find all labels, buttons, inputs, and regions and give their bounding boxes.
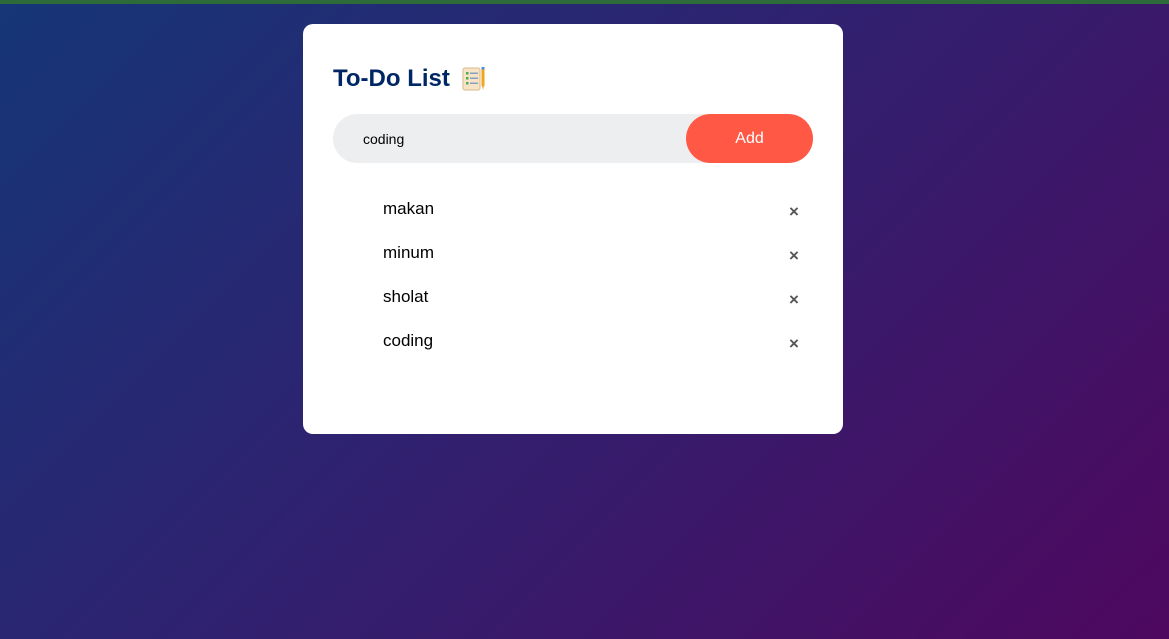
task-label: makan — [383, 198, 435, 218]
close-icon[interactable]: × — [785, 203, 803, 221]
page-title: To-Do List — [333, 65, 450, 92]
close-icon[interactable]: × — [785, 247, 803, 265]
task-item-coding[interactable]: coding × — [333, 320, 813, 364]
task-input[interactable] — [333, 114, 686, 163]
title-row: To-Do List — [333, 64, 813, 94]
add-button[interactable]: Add — [686, 114, 813, 163]
task-item-makan[interactable]: makan × — [333, 188, 813, 232]
window-top-strip — [0, 0, 1169, 4]
task-label: coding — [383, 330, 434, 350]
todo-card: To-Do List Add makan × minum — [303, 24, 843, 434]
task-label: minum — [383, 242, 435, 262]
task-input-row: Add — [333, 114, 813, 163]
task-item-minum[interactable]: minum × — [333, 232, 813, 276]
close-icon[interactable]: × — [785, 335, 803, 353]
task-list: makan × minum × sholat × coding × — [333, 188, 813, 364]
close-icon[interactable]: × — [785, 291, 803, 309]
task-label: sholat — [383, 286, 429, 306]
task-item-sholat[interactable]: sholat × — [333, 276, 813, 320]
notepad-checklist-icon — [460, 65, 488, 93]
